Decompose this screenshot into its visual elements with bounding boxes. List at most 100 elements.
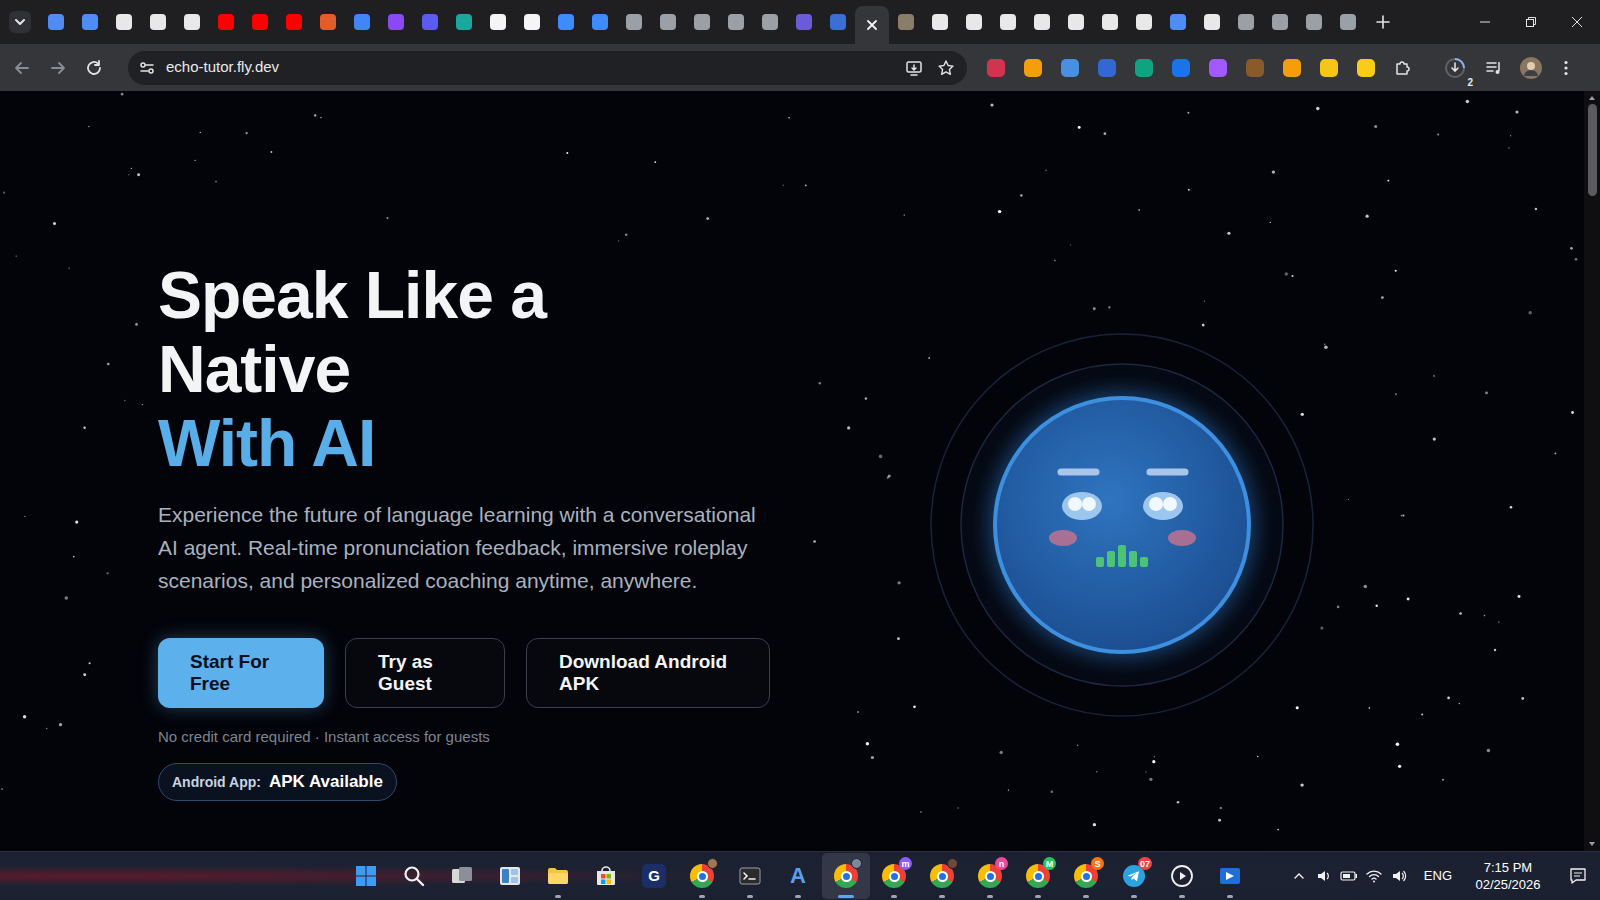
extension-button[interactable] — [1125, 51, 1162, 85]
taskbar-app[interactable]: M — [1014, 853, 1062, 899]
taskbar-app[interactable]: S — [1062, 853, 1110, 899]
browser-tab[interactable] — [787, 5, 821, 39]
browser-tab[interactable] — [617, 5, 651, 39]
extension-button[interactable] — [1014, 51, 1051, 85]
browser-tab[interactable] — [481, 5, 515, 39]
tray-button[interactable] — [1362, 856, 1387, 896]
taskbar-app[interactable] — [678, 853, 726, 899]
browser-tab[interactable] — [1093, 5, 1127, 39]
downloads-button[interactable]: 2 — [1435, 50, 1475, 86]
taskbar-app[interactable]: G — [630, 853, 678, 899]
browser-tab[interactable] — [345, 5, 379, 39]
browser-tab[interactable] — [107, 5, 141, 39]
cta-button[interactable]: Start For Free — [158, 638, 324, 708]
browser-tab[interactable] — [957, 5, 991, 39]
browser-tab[interactable] — [243, 5, 277, 39]
extension-button[interactable] — [1347, 51, 1384, 85]
taskbar-app[interactable] — [918, 853, 966, 899]
browser-tab[interactable] — [923, 5, 957, 39]
clock[interactable]: 7:15 PM02/25/2026 — [1464, 859, 1552, 893]
browser-tab[interactable] — [991, 5, 1025, 39]
taskbar-app[interactable] — [582, 853, 630, 899]
close-icon[interactable] — [865, 18, 879, 32]
extensions-menu-button[interactable] — [1384, 51, 1421, 85]
extension-button[interactable] — [1236, 51, 1273, 85]
browser-tab[interactable] — [1331, 5, 1365, 39]
taskbar-app[interactable] — [822, 853, 870, 899]
browser-tab[interactable] — [889, 5, 923, 39]
tray-button[interactable] — [1337, 856, 1362, 896]
browser-tab[interactable] — [1059, 5, 1093, 39]
extension-button[interactable] — [1162, 51, 1199, 85]
browser-tab[interactable] — [1297, 5, 1331, 39]
browser-tab[interactable] — [855, 6, 889, 44]
address-bar[interactable]: echo-tutor.fly.dev — [128, 51, 967, 85]
window-control-button[interactable] — [1462, 0, 1508, 44]
taskbar-app[interactable] — [438, 853, 486, 899]
browser-tab[interactable] — [1195, 5, 1229, 39]
browser-tab[interactable] — [1127, 5, 1161, 39]
taskbar-app[interactable]: n — [966, 853, 1014, 899]
nav-button[interactable] — [40, 50, 76, 86]
tray-button[interactable] — [1387, 856, 1412, 896]
browser-tab[interactable] — [141, 5, 175, 39]
browser-tab[interactable] — [39, 5, 73, 39]
taskbar-app[interactable] — [726, 853, 774, 899]
install-app-icon[interactable] — [905, 59, 923, 77]
new-tab-button[interactable] — [1365, 0, 1401, 44]
browser-tab[interactable] — [515, 5, 549, 39]
window-control-button[interactable] — [1554, 0, 1600, 44]
browser-tab[interactable] — [379, 5, 413, 39]
taskbar-app[interactable]: 07 — [1110, 853, 1158, 899]
nav-button[interactable] — [76, 50, 112, 86]
taskbar-app[interactable] — [1158, 853, 1206, 899]
extension-button[interactable] — [1273, 51, 1310, 85]
extension-button[interactable] — [1199, 51, 1236, 85]
scroll-up-icon[interactable] — [1587, 93, 1597, 103]
tray-button[interactable] — [1312, 856, 1337, 896]
cta-button[interactable]: Try as Guest — [345, 638, 505, 708]
browser-tab[interactable] — [583, 5, 617, 39]
tab-search-button[interactable] — [0, 0, 39, 44]
browser-tab[interactable] — [1229, 5, 1263, 39]
nav-button[interactable] — [4, 50, 40, 86]
scroll-down-icon[interactable] — [1587, 839, 1597, 849]
browser-menu-button[interactable] — [1549, 50, 1583, 86]
browser-tab[interactable] — [73, 5, 107, 39]
browser-tab[interactable] — [651, 5, 685, 39]
browser-tab[interactable] — [1025, 5, 1059, 39]
extension-button[interactable] — [977, 51, 1014, 85]
cta-button[interactable]: Download Android APK — [526, 638, 770, 708]
bookmark-star-icon[interactable] — [937, 59, 955, 77]
browser-tab[interactable] — [685, 5, 719, 39]
browser-tab[interactable] — [209, 5, 243, 39]
input-language[interactable]: ENG — [1420, 866, 1456, 886]
window-control-button[interactable] — [1508, 0, 1554, 44]
browser-tab[interactable] — [413, 5, 447, 39]
extension-button[interactable] — [1310, 51, 1347, 85]
media-controls-button[interactable] — [1475, 50, 1512, 86]
taskbar-app[interactable] — [534, 853, 582, 899]
scrollbar[interactable] — [1584, 91, 1600, 851]
taskbar-app[interactable]: A — [774, 853, 822, 899]
browser-tab[interactable] — [719, 5, 753, 39]
taskbar-app[interactable] — [390, 853, 438, 899]
browser-tab[interactable] — [1263, 5, 1297, 39]
scrollbar-thumb[interactable] — [1588, 104, 1597, 196]
site-info-icon[interactable] — [138, 59, 156, 77]
browser-tab[interactable] — [277, 5, 311, 39]
extension-button[interactable] — [1088, 51, 1125, 85]
taskbar-app[interactable]: m — [870, 853, 918, 899]
tray-button[interactable] — [1287, 856, 1312, 896]
taskbar-app[interactable] — [1206, 853, 1254, 899]
browser-tab[interactable] — [753, 5, 787, 39]
taskbar-app[interactable] — [486, 853, 534, 899]
browser-tab[interactable] — [1161, 5, 1195, 39]
notification-button[interactable] — [1560, 856, 1596, 896]
profile-button[interactable] — [1512, 50, 1549, 86]
extension-button[interactable] — [1051, 51, 1088, 85]
browser-tab[interactable] — [311, 5, 345, 39]
browser-tab[interactable] — [549, 5, 583, 39]
taskbar-app[interactable] — [342, 853, 390, 899]
browser-tab[interactable] — [821, 5, 855, 39]
